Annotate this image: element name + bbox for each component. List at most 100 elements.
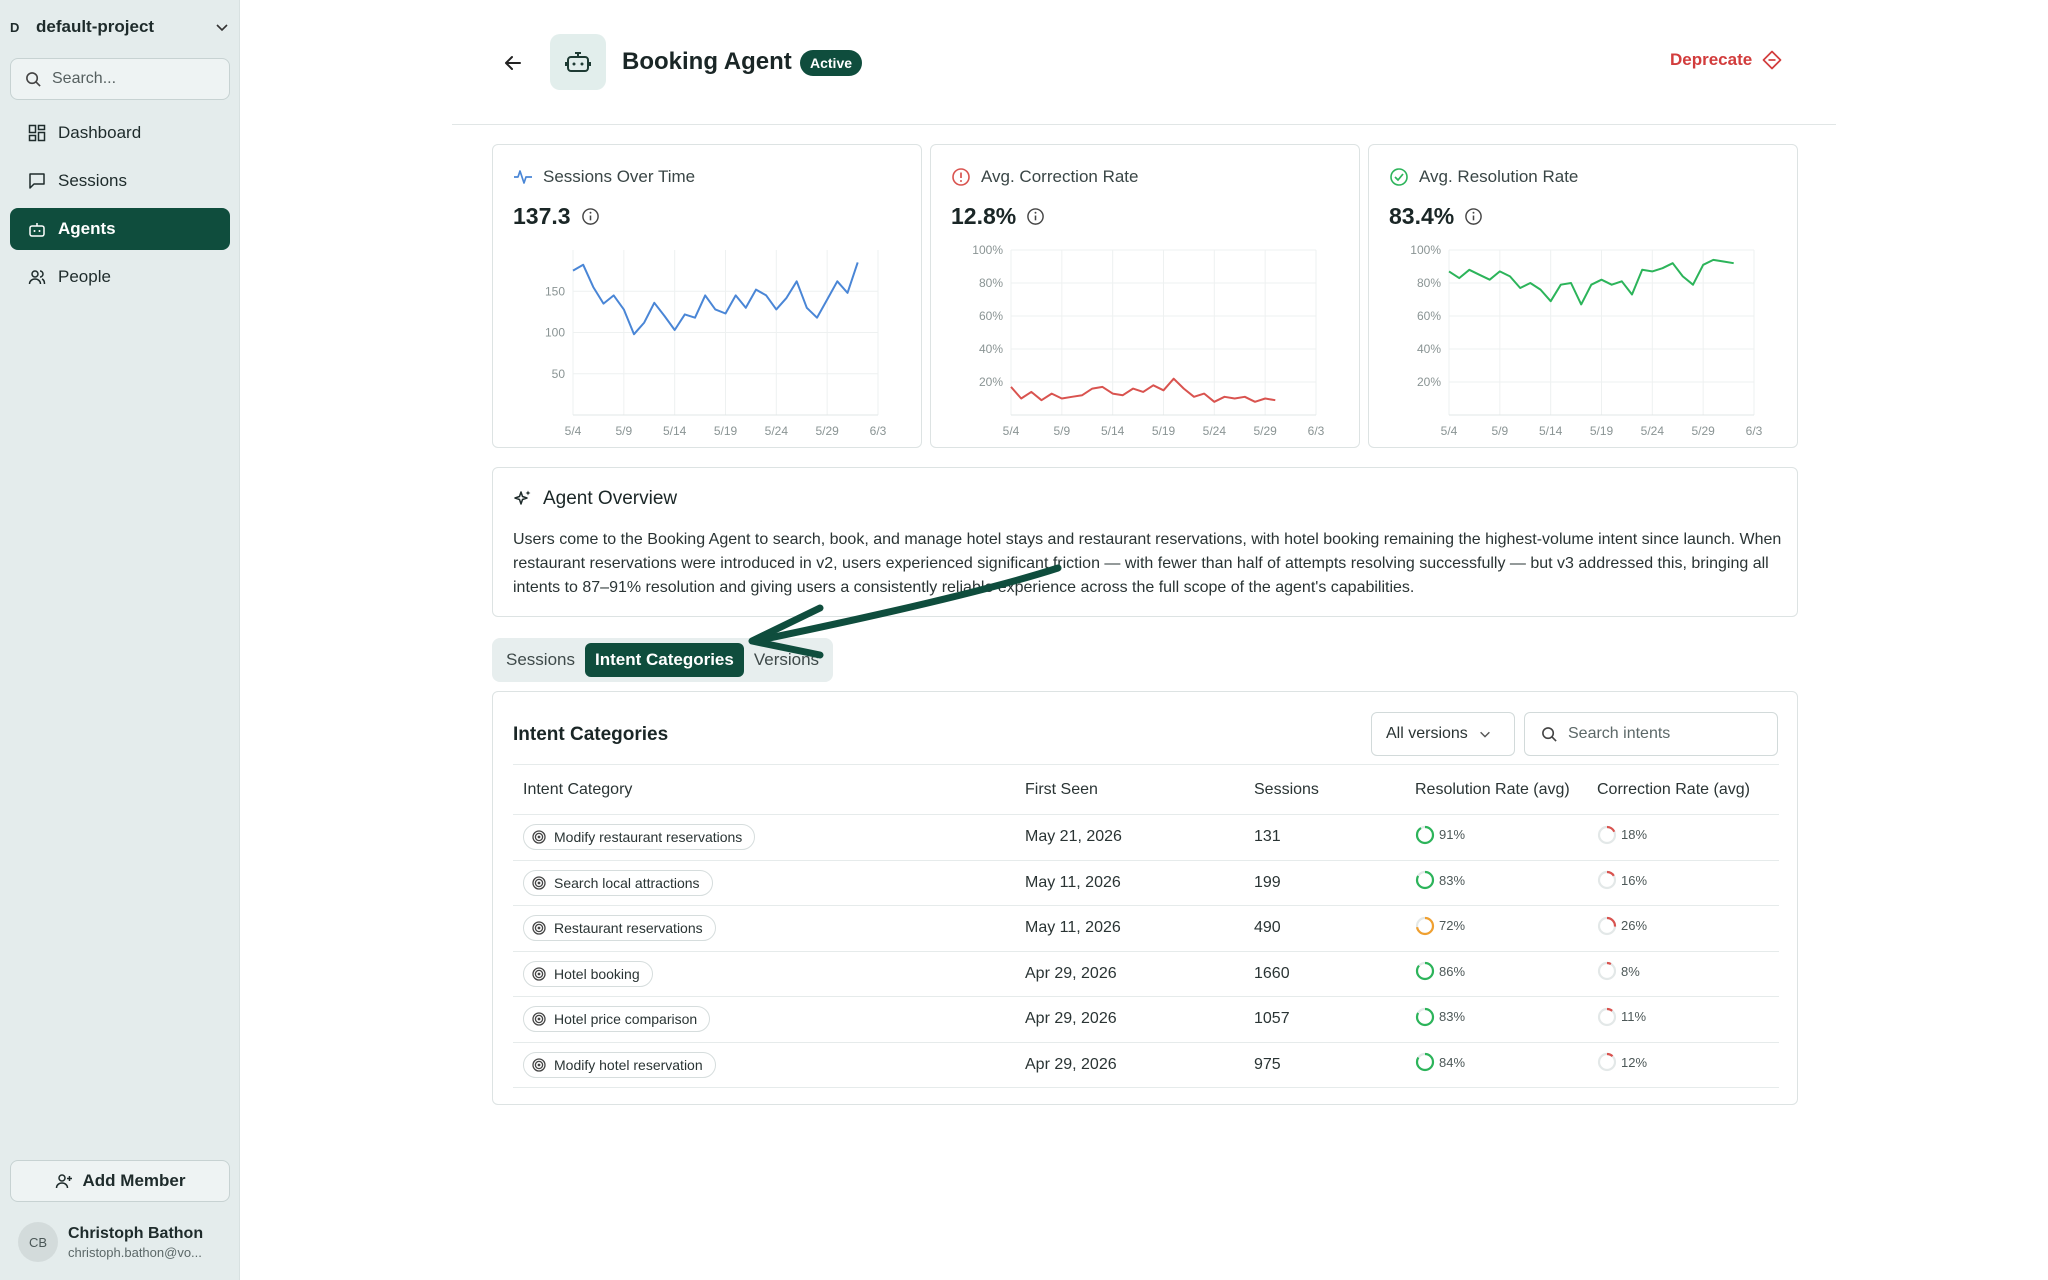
- column-header[interactable]: Intent Category: [513, 764, 1025, 815]
- project-switcher[interactable]: D default-project: [10, 12, 230, 42]
- progress-ring-icon: [1415, 871, 1435, 890]
- table-header-row: Intent Category First Seen Sessions Reso…: [513, 764, 1779, 815]
- gridlines: [572, 250, 879, 415]
- table-row[interactable]: Hotel booking Apr 29, 2026 1660 86% 8%: [513, 951, 1779, 997]
- tab-versions[interactable]: Versions: [744, 643, 829, 677]
- sidebar: D default-project Dashboard Sessions Age…: [0, 0, 240, 1280]
- intent-search[interactable]: [1524, 712, 1778, 756]
- agent-overview: Agent Overview Users come to the Booking…: [492, 467, 1798, 617]
- sidebar-search-input[interactable]: [52, 70, 212, 88]
- resolution-value: 72%: [1439, 918, 1466, 934]
- correction-cell: 16%: [1597, 860, 1779, 906]
- first-seen-cell: May 21, 2026: [1025, 814, 1254, 861]
- intent-categories-panel: Intent Categories All versions Intent Ca…: [492, 691, 1798, 1105]
- sidebar-item-people[interactable]: People: [10, 256, 230, 298]
- pulse-icon: [514, 170, 532, 184]
- sidebar-nav: Dashboard Sessions Agents People: [10, 112, 230, 304]
- intent-name: Restaurant reservations: [554, 920, 703, 937]
- sidebar-item-sessions[interactable]: Sessions: [10, 160, 230, 202]
- add-user-icon: [55, 1174, 72, 1189]
- target-icon: [532, 830, 546, 844]
- correction-value: 12%: [1621, 1054, 1648, 1070]
- page-title: Booking Agent: [622, 48, 792, 75]
- correction-rate: 12%: [1597, 1052, 1647, 1072]
- intent-search-input[interactable]: [1568, 725, 1758, 743]
- x-tick-label: 5/9: [615, 424, 632, 438]
- column-header[interactable]: First Seen: [1025, 764, 1254, 815]
- correction-value: 26%: [1621, 918, 1648, 934]
- column-header[interactable]: Sessions: [1254, 764, 1415, 815]
- chat-icon: [29, 173, 45, 189]
- deprecate-label: Deprecate: [1670, 50, 1753, 69]
- user-name: Christoph Bathon: [68, 1224, 204, 1242]
- user-email: christoph.bathon@vo...: [68, 1244, 202, 1260]
- y-tick-label: 150: [545, 284, 565, 298]
- card-header: Avg. Resolution Rate: [1389, 167, 1578, 187]
- table-row[interactable]: Search local attractions May 11, 2026 19…: [513, 860, 1779, 906]
- intent-cell: Hotel price comparison: [513, 996, 1025, 1043]
- card-value: 137.3: [513, 203, 600, 230]
- info-icon[interactable]: [581, 207, 600, 226]
- correction-chart: 5/4 5/9 5/14 5/19 5/24 5/29 6/3 20% 40% 60% 80% 100…: [972, 243, 1324, 438]
- version-select[interactable]: All versions: [1371, 712, 1515, 756]
- card-value-text: 83.4%: [1389, 203, 1455, 229]
- intent-pill[interactable]: Search local attractions: [523, 869, 713, 896]
- intent-pill[interactable]: Hotel price comparison: [523, 1006, 711, 1033]
- info-icon[interactable]: [1026, 207, 1045, 226]
- card-value: 12.8%: [951, 203, 1045, 230]
- user-profile[interactable]: CB Christoph Bathon christoph.bathon@vo.…: [18, 1220, 228, 1264]
- resolution-rate: 83%: [1415, 1007, 1465, 1027]
- sidebar-item-agents[interactable]: Agents: [10, 208, 230, 250]
- target-icon: [532, 921, 546, 935]
- table-row[interactable]: Hotel price comparison Apr 29, 2026 1057…: [513, 996, 1779, 1043]
- intent-pill[interactable]: Modify hotel reservation: [523, 1051, 716, 1078]
- tab-intent-categories[interactable]: Intent Categories: [584, 643, 744, 677]
- table-row[interactable]: Modify hotel reservation Apr 29, 2026 97…: [513, 1042, 1779, 1088]
- project-name: default-project: [36, 17, 155, 36]
- column-header[interactable]: Resolution Rate (avg): [1415, 764, 1597, 815]
- intent-pill[interactable]: Modify restaurant reservations: [523, 824, 756, 851]
- target-icon: [532, 967, 546, 981]
- correction-rate: 26%: [1597, 916, 1647, 936]
- intent-name: Hotel booking: [554, 965, 640, 982]
- deprecate-button[interactable]: Deprecate: [1670, 50, 1782, 70]
- first-seen-cell: May 11, 2026: [1025, 860, 1254, 906]
- bot-icon: [565, 52, 591, 72]
- resolution-value: 91%: [1439, 827, 1466, 843]
- search-icon: [26, 71, 41, 87]
- x-tick-label: 5/24: [1203, 424, 1227, 438]
- first-seen-cell: Apr 29, 2026: [1025, 1042, 1254, 1088]
- card-title: Sessions Over Time: [543, 167, 696, 186]
- target-icon: [532, 1058, 546, 1072]
- resolution-cell: 86%: [1415, 951, 1597, 997]
- sidebar-search[interactable]: [10, 58, 230, 100]
- table-row[interactable]: Modify restaurant reservations May 21, 2…: [513, 814, 1779, 861]
- target-icon: [532, 876, 546, 890]
- y-tick-label: 100: [545, 326, 565, 340]
- sidebar-item-dashboard[interactable]: Dashboard: [10, 112, 230, 154]
- table-body: Modify restaurant reservations May 21, 2…: [513, 814, 1779, 1088]
- add-member-label: Add Member: [82, 1171, 186, 1190]
- resolution-rate: 86%: [1415, 961, 1465, 981]
- back-arrow-icon[interactable]: [500, 50, 526, 76]
- intent-pill[interactable]: Restaurant reservations: [523, 915, 716, 942]
- add-member-button[interactable]: Add Member: [10, 1160, 230, 1202]
- y-tick-label: 80%: [979, 276, 1003, 290]
- table-row[interactable]: Restaurant reservations May 11, 2026 490…: [513, 905, 1779, 952]
- avatar: CB: [18, 1222, 58, 1262]
- intent-cell: Search local attractions: [513, 860, 1025, 906]
- info-icon[interactable]: [1464, 207, 1483, 226]
- tab-sessions[interactable]: Sessions: [496, 643, 585, 677]
- overview-title: Agent Overview: [543, 488, 678, 509]
- first-seen-cell: Apr 29, 2026: [1025, 951, 1254, 997]
- intent-pill[interactable]: Hotel booking: [523, 960, 653, 987]
- correction-cell: 12%: [1597, 1042, 1779, 1088]
- card-value-text: 137.3: [513, 203, 571, 229]
- column-header[interactable]: Correction Rate (avg): [1597, 764, 1779, 815]
- resolution-card: Avg. Resolution Rate 83.4% 5/4 5/9 5/14 5/1…: [1368, 144, 1798, 448]
- progress-ring-icon: [1415, 825, 1435, 844]
- card-header: Sessions Over Time: [513, 167, 695, 187]
- card-value: 83.4%: [1389, 203, 1483, 230]
- overview-text: Users come to the Booking Agent to searc…: [513, 531, 1782, 596]
- version-select-value: All versions: [1386, 725, 1468, 742]
